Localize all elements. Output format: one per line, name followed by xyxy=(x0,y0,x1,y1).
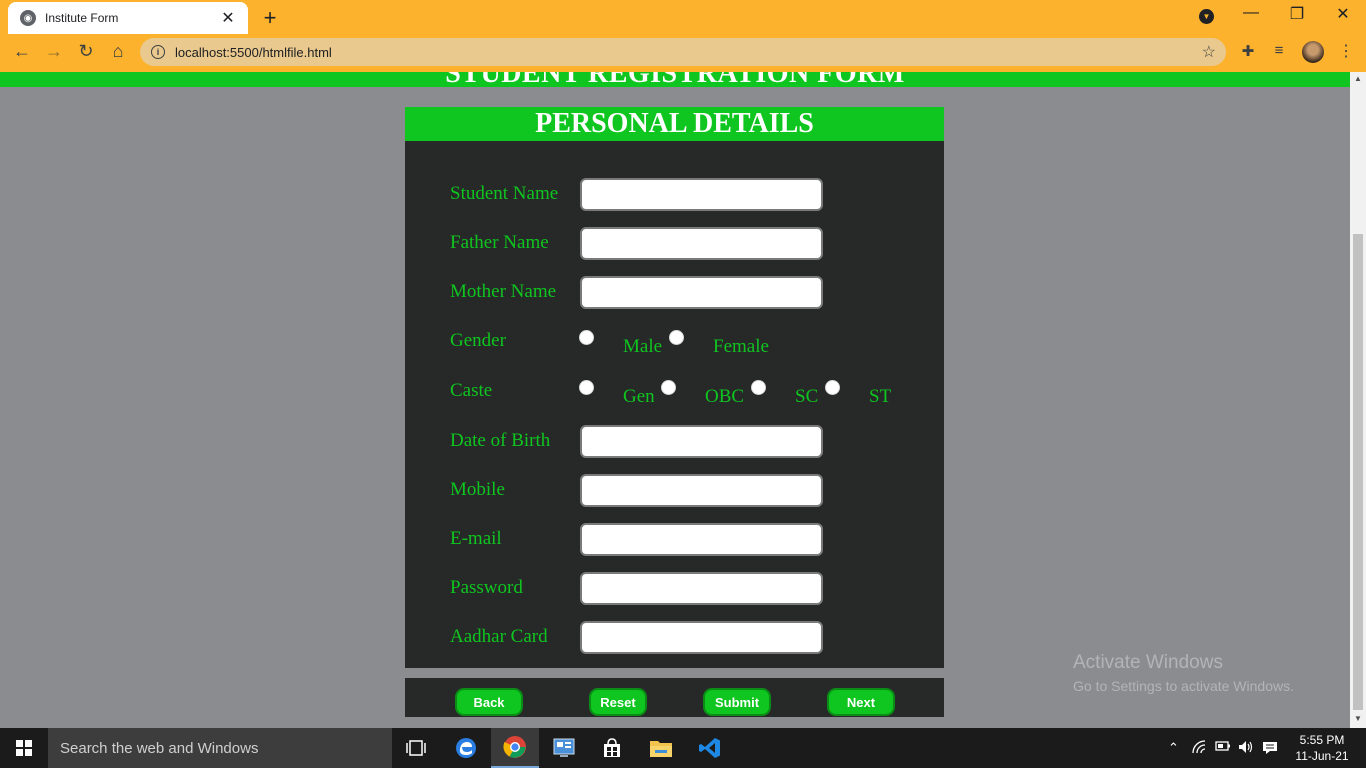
submit-button[interactable]: Submit xyxy=(703,688,771,716)
page-scrollbar[interactable]: ▲ ▼ xyxy=(1350,72,1366,728)
notifications-icon[interactable] xyxy=(1262,740,1278,759)
caste-gen-radio[interactable] xyxy=(579,380,594,395)
mobile-input[interactable] xyxy=(580,474,823,507)
scroll-up-icon[interactable]: ▲ xyxy=(1350,74,1366,83)
mother-name-label: Mother Name xyxy=(450,281,557,302)
close-window-icon[interactable]: ✕ xyxy=(1328,4,1358,24)
file-explorer-icon[interactable] xyxy=(637,728,685,768)
browser-tab[interactable]: ◉ Institute Form ✕ xyxy=(8,2,248,34)
profile-avatar[interactable] xyxy=(1302,41,1324,63)
task-view-icon[interactable] xyxy=(392,728,440,768)
url-text: localhost:5500/htmlfile.html xyxy=(175,44,332,60)
taskbar-clock[interactable]: 5:55 PM 11-Jun-21 xyxy=(1290,732,1354,764)
gender-label: Gender xyxy=(450,330,506,351)
personal-details-panel: PERSONAL DETAILS Student Name Father Nam… xyxy=(405,107,944,668)
taskbar-search[interactable]: Search the web and Windows xyxy=(48,728,392,768)
caste-label: Caste xyxy=(450,380,493,401)
clock-date: 11-Jun-21 xyxy=(1295,749,1349,763)
tab-search-icon[interactable]: ▼ xyxy=(1199,9,1214,24)
vscode-icon[interactable] xyxy=(686,728,734,768)
caste-gen-label: Gen xyxy=(623,386,655,407)
scrollbar-thumb[interactable] xyxy=(1353,234,1363,710)
globe-icon: ◉ xyxy=(20,10,36,26)
reset-button[interactable]: Reset xyxy=(589,688,647,716)
caste-st-radio[interactable] xyxy=(825,380,840,395)
caste-obc-label: OBC xyxy=(705,386,745,407)
student-name-label: Student Name xyxy=(450,183,559,204)
gender-female-label: Female xyxy=(713,336,769,357)
father-name-input[interactable] xyxy=(580,227,823,260)
show-hidden-icons-icon[interactable]: ⌃ xyxy=(1168,740,1179,756)
minimize-icon[interactable]: — xyxy=(1236,4,1266,22)
address-bar[interactable]: i localhost:5500/htmlfile.html ☆ xyxy=(140,38,1226,66)
watermark-subtitle: Go to Settings to activate Windows. xyxy=(1073,678,1294,694)
section-title: PERSONAL DETAILS xyxy=(405,107,944,141)
gender-male-radio[interactable] xyxy=(579,330,594,345)
back-button[interactable]: Back xyxy=(455,688,523,716)
taskbar-search-text: Search the web and Windows xyxy=(60,739,259,757)
control-panel-icon[interactable] xyxy=(540,728,588,768)
clock-time: 5:55 PM xyxy=(1299,733,1345,747)
page-viewport: STUDENT REGISTRATION FORM PERSONAL DETAI… xyxy=(0,72,1350,728)
dob-input[interactable] xyxy=(580,425,823,458)
gender-female-radio[interactable] xyxy=(669,330,684,345)
back-arrow-icon[interactable]: ← xyxy=(10,41,34,62)
password-label: Password xyxy=(450,577,523,598)
windows-logo-icon xyxy=(16,740,32,756)
caste-sc-radio[interactable] xyxy=(751,380,766,395)
mother-name-input[interactable] xyxy=(580,276,823,309)
caste-obc-radio[interactable] xyxy=(661,380,676,395)
forward-arrow-icon[interactable]: → xyxy=(42,41,66,62)
restore-icon[interactable]: ❐ xyxy=(1282,4,1312,24)
dob-label: Date of Birth xyxy=(450,430,551,451)
reading-list-icon[interactable]: ≡ xyxy=(1268,42,1290,59)
email-label: E-mail xyxy=(450,528,502,549)
gender-male-label: Male xyxy=(623,336,663,357)
browser-toolbar: ← → ↻ ⌂ i localhost:5500/htmlfile.html ☆ xyxy=(0,34,1366,72)
next-button[interactable]: Next xyxy=(827,688,895,716)
reload-icon[interactable]: ↻ xyxy=(74,41,98,62)
bookmark-star-icon[interactable]: ☆ xyxy=(1202,42,1216,62)
network-icon[interactable] xyxy=(1192,740,1208,757)
edge-icon[interactable] xyxy=(442,728,490,768)
mobile-label: Mobile xyxy=(450,479,505,500)
browser-tab-strip: ◉ Institute Form ✕ + ▼ — ❐ ✕ xyxy=(0,0,1366,34)
menu-kebab-icon[interactable]: ⋮ xyxy=(1338,41,1354,61)
volume-icon[interactable] xyxy=(1238,740,1254,757)
close-tab-icon[interactable]: ✕ xyxy=(220,8,236,28)
watermark-title: Activate Windows xyxy=(1073,652,1223,673)
extensions-puzzle-icon[interactable]: ✚ xyxy=(1237,42,1259,60)
father-name-label: Father Name xyxy=(450,232,549,253)
store-icon[interactable] xyxy=(588,728,636,768)
page-title: STUDENT REGISTRATION FORM xyxy=(0,72,1350,87)
tab-title: Institute Form xyxy=(45,11,119,25)
aadhar-label: Aadhar Card xyxy=(450,626,548,647)
email-input[interactable] xyxy=(580,523,823,556)
home-icon[interactable]: ⌂ xyxy=(106,41,130,62)
scroll-down-icon[interactable]: ▼ xyxy=(1350,714,1366,723)
battery-icon[interactable] xyxy=(1215,740,1231,755)
aadhar-input[interactable] xyxy=(580,621,823,654)
caste-sc-label: SC xyxy=(795,386,819,407)
student-name-input[interactable] xyxy=(580,178,823,211)
header-banner: STUDENT REGISTRATION FORM xyxy=(0,72,1350,87)
start-button[interactable] xyxy=(0,728,48,768)
button-bar: Back Reset Submit Next xyxy=(405,678,944,717)
activation-watermark: Activate Windows Go to Settings to activ… xyxy=(1073,652,1294,694)
taskbar: Search the web and Windows ⌃ 5:55 PM 11-… xyxy=(0,728,1366,768)
chrome-icon[interactable] xyxy=(491,728,539,768)
caste-st-label: ST xyxy=(869,386,892,407)
new-tab-icon[interactable]: + xyxy=(260,5,280,31)
site-info-icon[interactable]: i xyxy=(151,45,165,59)
password-input[interactable] xyxy=(580,572,823,605)
